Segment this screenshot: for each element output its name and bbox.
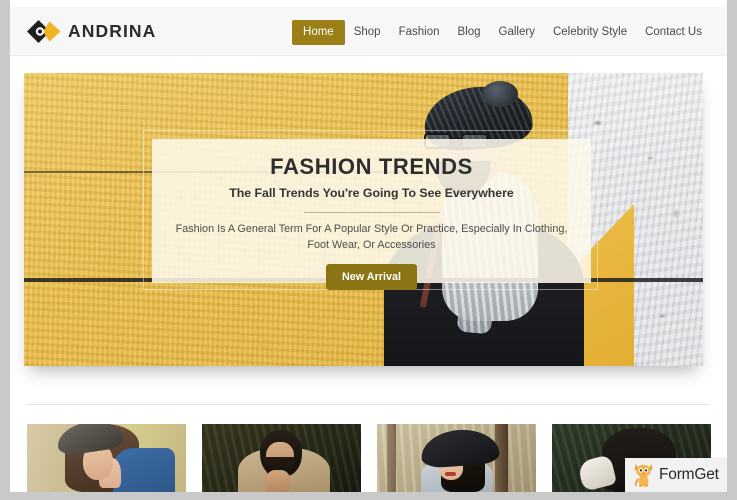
nav-item-celebrity-style[interactable]: Celebrity Style [544,20,636,45]
formget-label: FormGet [659,466,719,483]
gallery-thumb-3-tree-left [387,424,396,492]
hero-caption-frame: FASHION TRENDS The Fall Trends You're Go… [143,130,598,290]
diamond-chevron-logo-icon [27,19,61,43]
hero-caption-panel: FASHION TRENDS The Fall Trends You're Go… [152,139,591,290]
section-divider [28,404,709,405]
hero-divider [303,212,440,213]
hero-banner: FASHION TRENDS The Fall Trends You're Go… [24,73,703,366]
hero-title: FASHION TRENDS [270,154,473,179]
gallery-item-1[interactable] [27,424,186,492]
gallery-thumb-2-hands [266,470,290,492]
hero-subtitle: The Fall Trends You're Going To See Ever… [229,186,514,200]
main-navigation: Home Shop Fashion Blog Gallery Celebrity… [292,19,711,45]
hero-description: Fashion Is A General Term For A Popular … [175,223,568,251]
nav-item-fashion[interactable]: Fashion [390,20,449,45]
new-arrival-button[interactable]: New Arrival [325,264,417,290]
nav-item-contact-us[interactable]: Contact Us [636,20,711,45]
cat-mascot-icon [633,463,654,487]
page-frame: ANDRINA Home Shop Fashion Blog Gallery C… [10,0,727,492]
nav-item-home[interactable]: Home [292,19,345,45]
site-header: ANDRINA Home Shop Fashion Blog Gallery C… [10,7,727,56]
model-beanie-pom [482,81,518,107]
nav-item-shop[interactable]: Shop [345,20,390,45]
gallery-thumb-3-lips [445,472,456,476]
site-logo[interactable]: ANDRINA [27,16,156,46]
gallery-item-2[interactable] [202,424,361,492]
formget-watermark: FormGet [625,458,727,492]
gallery-item-3[interactable] [377,424,536,492]
nav-item-blog[interactable]: Blog [449,20,490,45]
gallery-strip [27,424,711,492]
nav-item-gallery[interactable]: Gallery [490,20,544,45]
frame-bottom-strip [0,492,737,500]
brand-name: ANDRINA [68,20,157,41]
